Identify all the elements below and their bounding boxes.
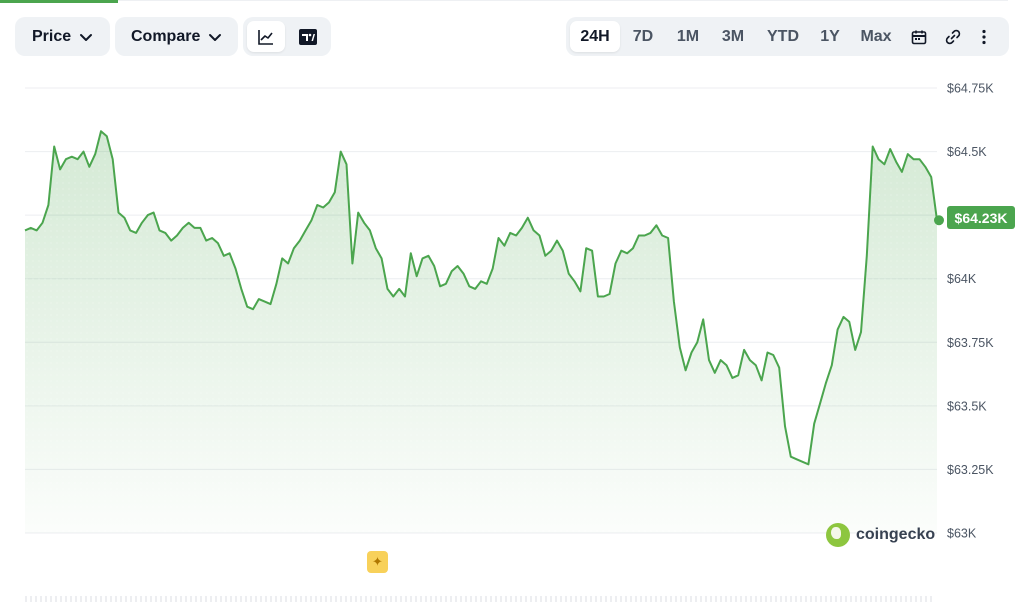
price-chart[interactable]: $64.75K $64.5K $64K $63.75K $63.5K $63.25K $63… — [0, 0, 1024, 604]
y-tick-label: $64.75K — [947, 82, 994, 96]
y-tick-label: $63.5K — [947, 399, 987, 413]
current-price-label: $64.23K — [947, 206, 1015, 229]
sparkle-icon: ✦ — [372, 554, 383, 569]
range-navigator-strip[interactable] — [25, 596, 935, 602]
gecko-icon — [826, 523, 850, 547]
coingecko-logo: coingecko — [826, 523, 935, 547]
price-axis: $64.75K $64.5K $64K $63.75K $63.5K $63.25K $63… — [947, 82, 994, 541]
y-tick-label: $64K — [947, 272, 977, 286]
y-tick-label: $63.75K — [947, 336, 994, 350]
y-tick-label: $63.25K — [947, 463, 994, 477]
y-tick-label: $64.5K — [947, 145, 987, 159]
news-event-marker[interactable]: ✦ — [367, 551, 388, 573]
brand-name: coingecko — [856, 526, 936, 543]
price-area-texture — [25, 131, 937, 533]
current-price-marker — [934, 215, 944, 226]
y-tick-label: $63K — [947, 527, 977, 541]
